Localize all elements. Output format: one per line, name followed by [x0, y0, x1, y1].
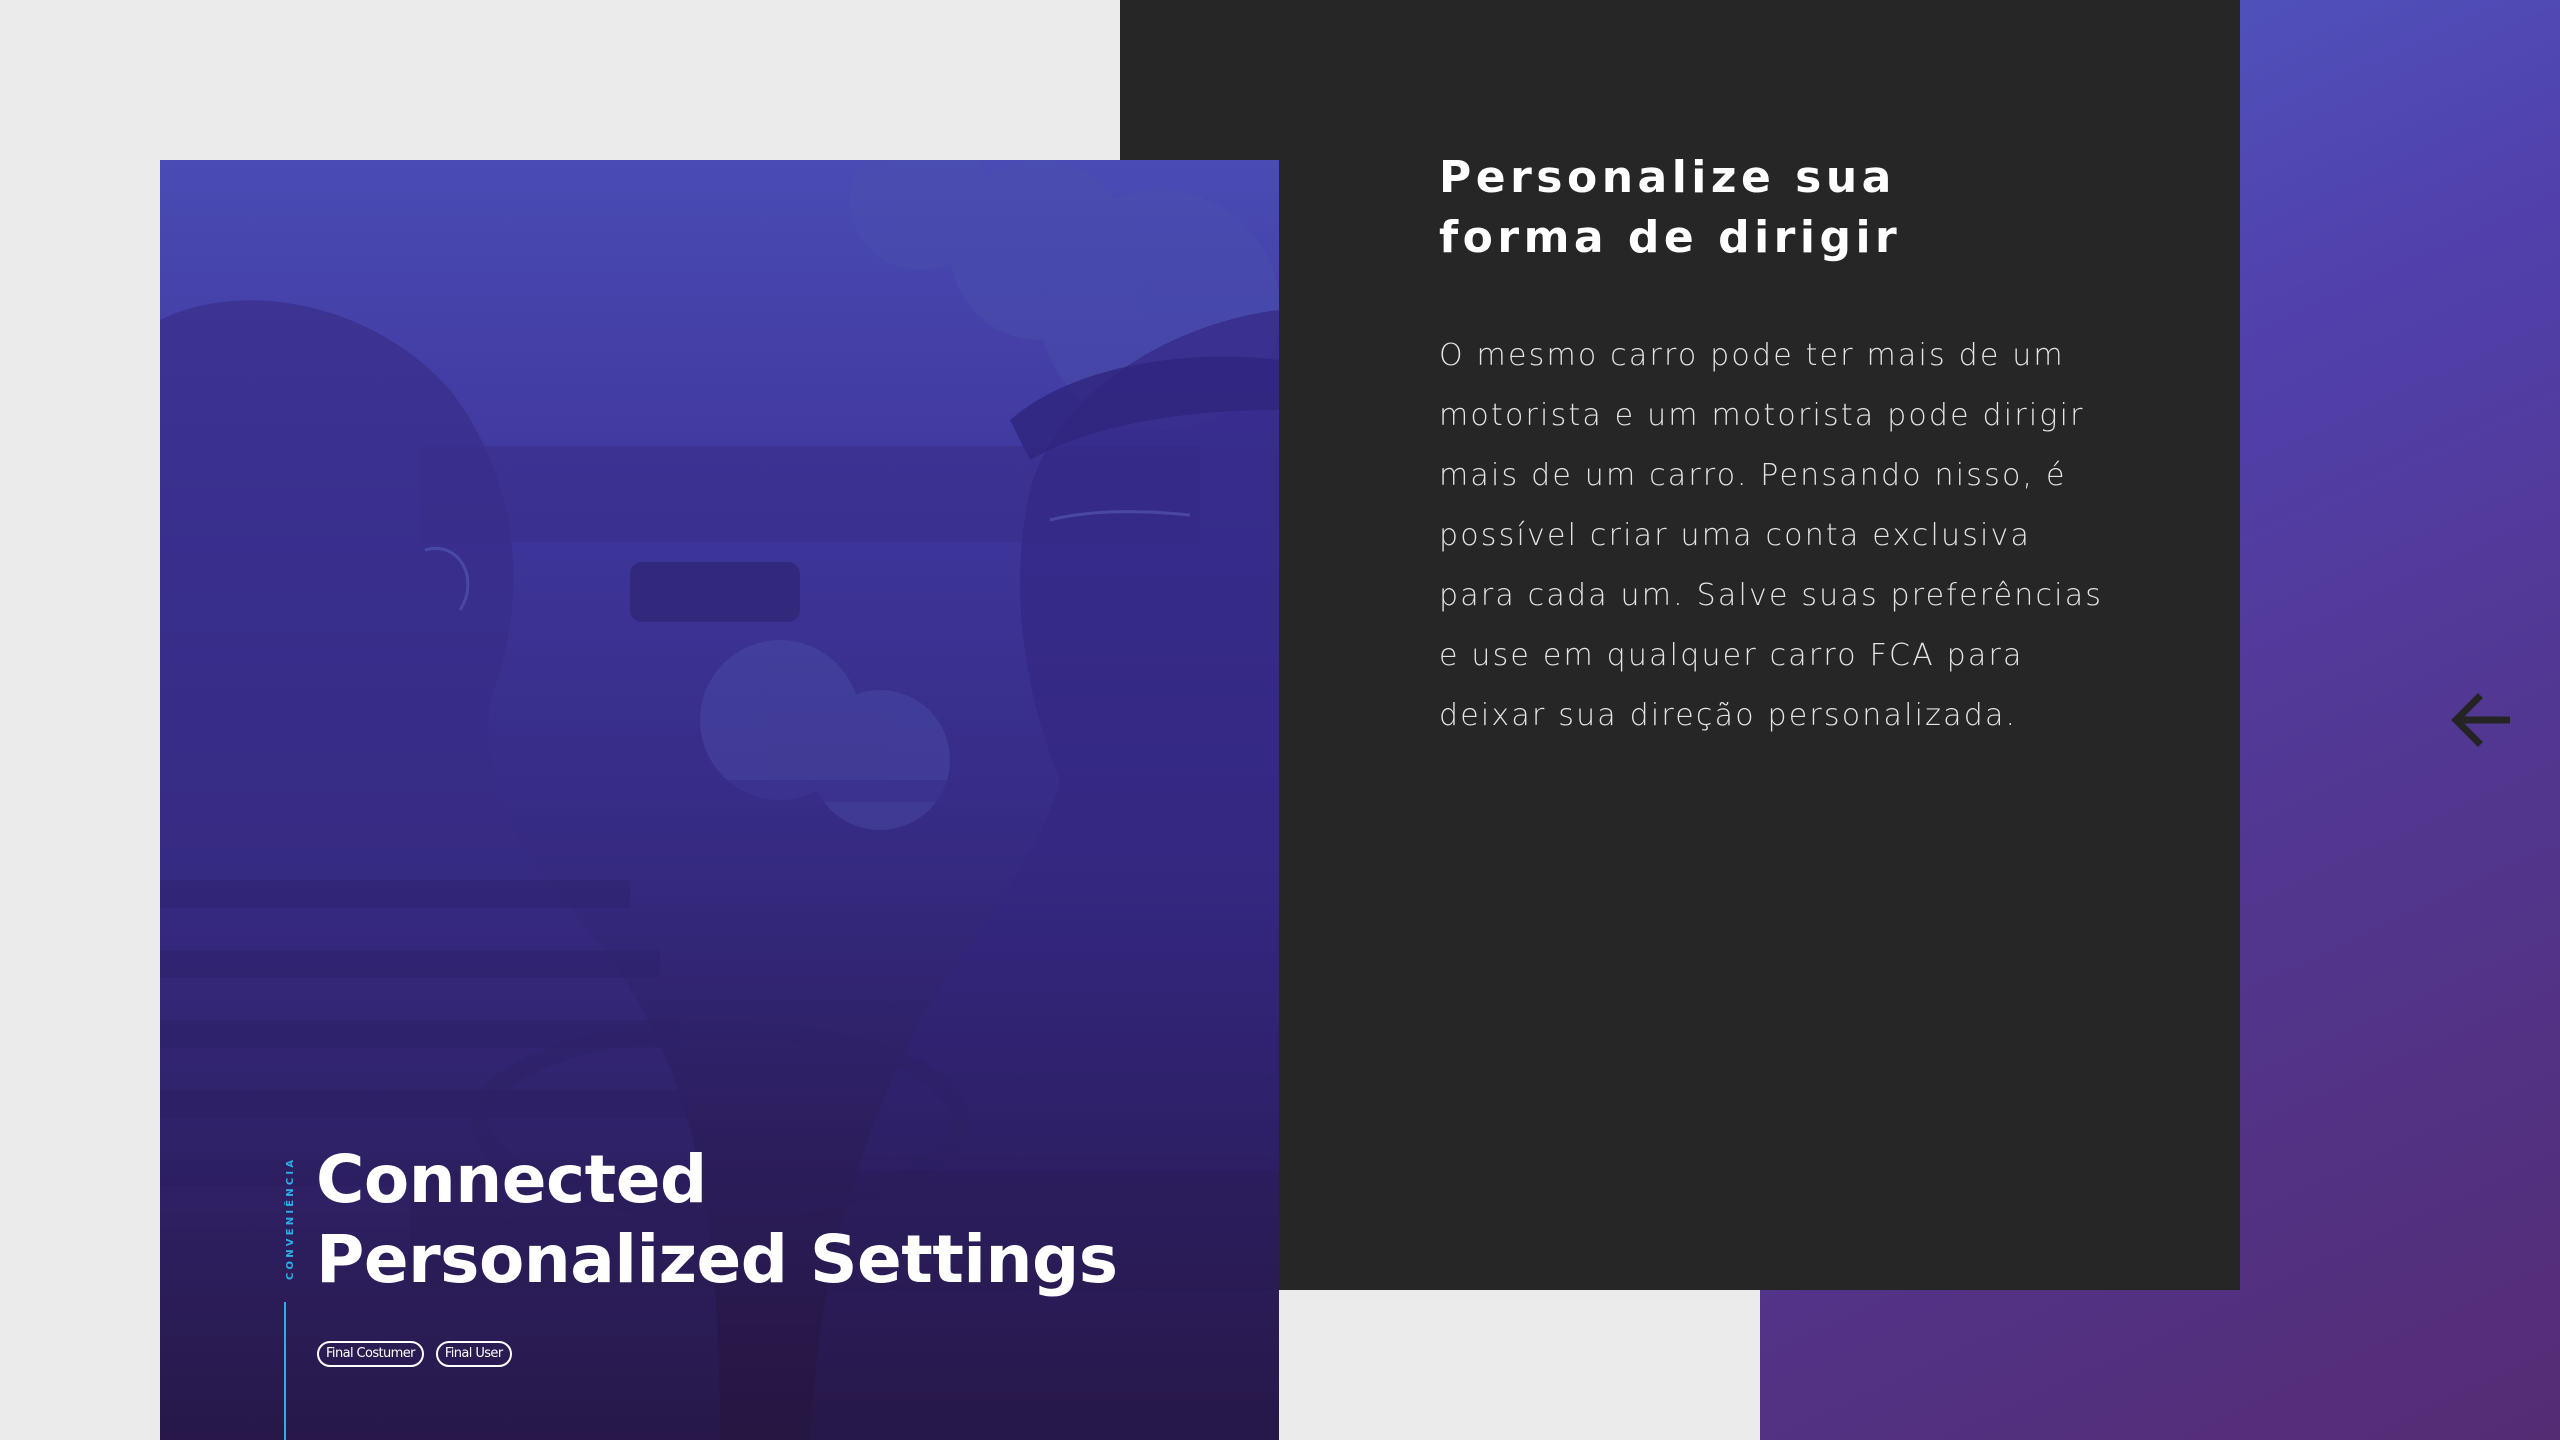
arrow-left-icon-graphic [2451, 693, 2510, 747]
tag-final-user[interactable]: Final User [435, 1341, 512, 1367]
headline-line-1: Personalize sua [1439, 152, 1896, 203]
content-headline: Personalize sua forma de dirigir [1439, 148, 2139, 268]
arrow-left-icon[interactable] [2448, 690, 2512, 750]
content-body: O mesmo carro pode ter mais de um motori… [1439, 338, 2104, 733]
page: Personalize sua forma de dirigir O mesmo… [0, 0, 2560, 1440]
tag-final-costumer[interactable]: Final Costumer [317, 1341, 424, 1367]
content-text-block: Personalize sua forma de dirigir O mesmo… [1439, 148, 2139, 746]
tag-list: Final Costumer Final User [317, 1341, 512, 1367]
card-title-line-1: Connected [316, 1141, 707, 1218]
card-title-line-2: Personalized Settings [316, 1221, 1118, 1298]
accent-divider [284, 1302, 286, 1440]
headline-line-2: forma de dirigir [1439, 212, 1902, 263]
card-title: Connected Personalized Settings [316, 1140, 1118, 1300]
category-label: CONVENIÊNCIA [285, 1156, 296, 1280]
